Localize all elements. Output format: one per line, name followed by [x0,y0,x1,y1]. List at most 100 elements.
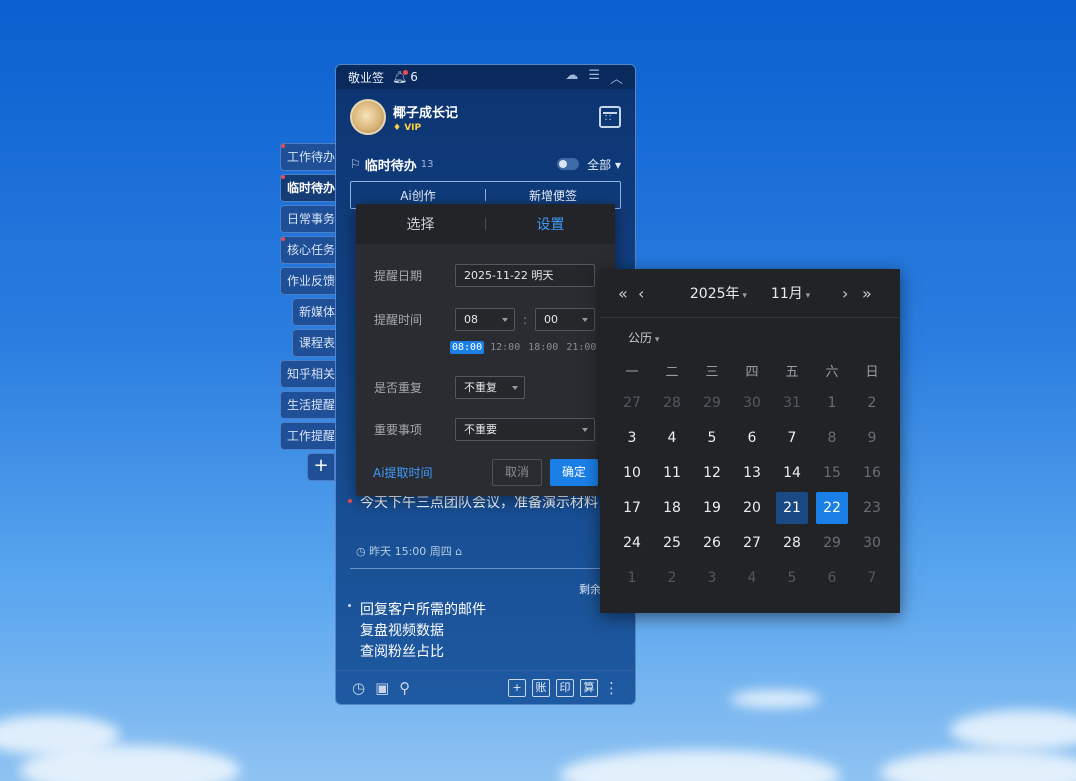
date-field[interactable]: 2025-11-22 明天 [455,264,595,287]
weekday-header: 五 [785,365,799,380]
collapse-icon[interactable]: ︿ [610,68,623,87]
day-cell[interactable]: 15 [812,455,852,490]
section-header: ⚐ 临时待办 13 全部 ▾ [336,151,635,177]
avatar[interactable] [350,99,386,135]
day-cell[interactable]: 3 [692,560,732,595]
repeat-select[interactable]: 不重复 [455,376,525,399]
day-cell[interactable]: 25 [652,525,692,560]
day-cell[interactable]: 28 [652,385,692,420]
print-icon[interactable]: 印 [556,678,574,697]
day-cell[interactable]: 1 [812,385,852,420]
category-tab[interactable]: 课程表 [292,329,340,357]
day-cell[interactable]: 23 [852,490,892,525]
note-item[interactable]: 回复客户所需的邮件 复盘视频数据 查阅粉丝占比 [348,600,621,663]
bell-icon[interactable]: 🔔︎ [392,70,409,84]
time-label: 提醒时间 [374,313,423,327]
day-cell[interactable]: 4 [732,560,772,595]
day-cell[interactable]: 18 [652,490,692,525]
category-tab[interactable]: 工作待办 [280,143,340,171]
month-select[interactable]: 11月 [771,283,810,303]
day-cell[interactable]: 7 [852,560,892,595]
category-tab[interactable]: 工作提醒 [280,422,340,450]
day-cell[interactable]: 26 [692,525,732,560]
ai-create-button[interactable]: Ai创作 [351,187,485,204]
day-cell[interactable]: 21 [772,490,812,525]
day-cell[interactable]: 11 [652,455,692,490]
day-cell[interactable]: 6 [812,560,852,595]
cloud-sync-icon[interactable]: ☁ [565,68,578,87]
prev-year-icon[interactable]: « [618,284,638,303]
day-cell[interactable]: 30 [732,385,772,420]
category-tab[interactable]: 知乎相关 [280,360,340,388]
calendar-type-select[interactable]: 公历 [628,329,659,346]
note-item[interactable]: 今天下午三点团队会议，准备演示材料 [348,493,621,514]
day-cell[interactable]: 5 [772,560,812,595]
tab-select[interactable]: 选择 [356,214,485,234]
category-tab[interactable]: 日常事务 [280,205,340,233]
category-tab[interactable]: 新媒体 [292,298,340,326]
day-cell[interactable]: 28 [772,525,812,560]
day-cell[interactable]: 6 [732,420,772,455]
day-cell[interactable]: 27 [612,385,652,420]
day-cell[interactable]: 8 [812,420,852,455]
day-cell[interactable]: 29 [692,385,732,420]
day-cell[interactable]: 10 [612,455,652,490]
day-cell[interactable]: 2 [852,385,892,420]
day-cell[interactable]: 20 [732,490,772,525]
day-cell[interactable]: 7 [772,420,812,455]
category-tab-label: 核心任务 [287,243,336,257]
new-note-button[interactable]: 新增便签 [486,187,620,204]
day-cell[interactable]: 31 [772,385,812,420]
ledger-icon[interactable]: 账 [532,678,550,697]
day-cell[interactable]: 30 [852,525,892,560]
day-cell[interactable]: 17 [612,490,652,525]
day-cell[interactable]: 5 [692,420,732,455]
category-tab[interactable]: 核心任务 [280,236,340,264]
minute-select[interactable]: 00 [535,308,595,331]
day-cell[interactable]: 16 [852,455,892,490]
hour-select[interactable]: 08 [455,308,515,331]
year-select[interactable]: 2025年 [690,283,747,303]
category-tab[interactable]: 生活提醒 [280,391,340,419]
prev-month-icon[interactable]: ‹ [638,284,658,303]
calendar-icon[interactable] [599,106,621,128]
vip-badge: ♦ VIP [393,122,422,133]
menu-icon[interactable]: ☰ [588,68,600,87]
filter-dropdown[interactable]: 全部 ▾ [587,156,621,173]
day-cell[interactable]: 2 [652,560,692,595]
calc-icon[interactable]: 算 [580,678,598,697]
day-cell[interactable]: 9 [852,420,892,455]
day-cell[interactable]: 27 [732,525,772,560]
day-cell[interactable]: 3 [612,420,652,455]
day-cell[interactable]: 19 [692,490,732,525]
search-icon[interactable]: ⚲ [399,679,410,697]
quick-time[interactable]: 08:00 [450,341,485,354]
day-cell[interactable]: 14 [772,455,812,490]
title-bar[interactable]: 敬业签 🔔︎ 6 ☁ ☰ ︿ [336,65,635,89]
clock-icon[interactable]: ◷ [352,679,365,697]
next-month-icon[interactable]: › [842,284,862,303]
ai-extract-time-link[interactable]: Ai提取时间 [373,464,433,481]
more-icon[interactable]: ⋮ [604,679,619,697]
day-cell[interactable]: 1 [612,560,652,595]
important-select[interactable]: 不重要 [455,418,595,441]
next-year-icon[interactable]: » [862,284,882,303]
day-cell[interactable]: 4 [652,420,692,455]
cancel-button[interactable]: 取消 [492,459,542,486]
view-toggle[interactable] [557,158,580,170]
day-cell[interactable]: 29 [812,525,852,560]
archive-icon[interactable]: ▣ [375,679,389,697]
add-note-icon[interactable]: + [508,678,526,697]
quick-time[interactable]: 18:00 [526,341,560,354]
quick-time[interactable]: 21:00 [564,341,598,354]
tab-settings[interactable]: 设置 [486,214,615,234]
add-category-button[interactable]: + [307,453,335,481]
quick-time[interactable]: 12:00 [488,341,522,354]
day-cell[interactable]: 12 [692,455,732,490]
day-cell[interactable]: 22 [812,490,852,525]
category-tab[interactable]: 作业反馈 [280,267,340,295]
day-cell[interactable]: 13 [732,455,772,490]
category-tab[interactable]: 临时待办 [280,174,340,202]
day-cell[interactable]: 24 [612,525,652,560]
confirm-button[interactable]: 确定 [550,459,598,486]
